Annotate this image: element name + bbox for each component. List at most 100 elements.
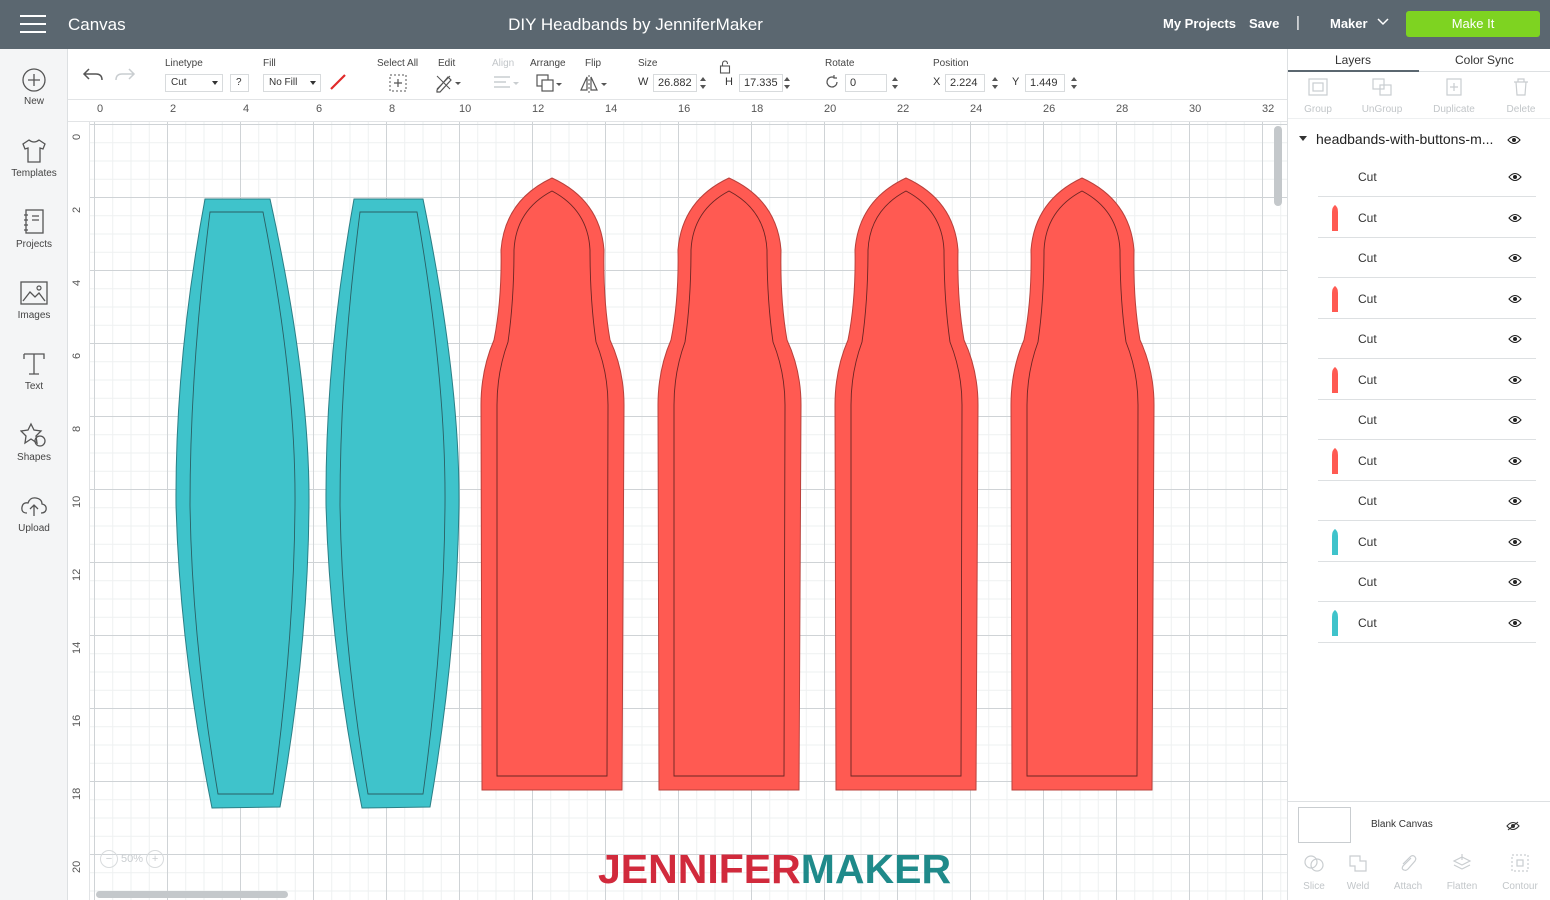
layer-name: Cut (1358, 210, 1377, 225)
flip-icon[interactable] (579, 73, 609, 95)
eye-icon[interactable] (1508, 496, 1522, 506)
layer-row[interactable]: Cut (1318, 238, 1536, 278)
layer-name: Cut (1358, 575, 1377, 589)
layer-row[interactable]: Cut (1318, 562, 1536, 602)
eye-icon[interactable] (1508, 618, 1522, 628)
x-stepper-icon[interactable] (992, 76, 998, 90)
design-canvas[interactable] (90, 122, 1287, 900)
height-input[interactable]: 17.335 (739, 74, 783, 92)
contour-button[interactable]: Contour (1494, 853, 1546, 892)
layer-name: Cut (1358, 494, 1377, 508)
layer-row[interactable]: Cut (1318, 481, 1536, 521)
eye-icon[interactable] (1508, 456, 1522, 466)
ruler-tick-label: 4 (71, 279, 83, 286)
teal-band-2[interactable] (325, 198, 460, 809)
projects-tool[interactable]: Projects (0, 208, 68, 250)
zoom-in-button[interactable]: + (146, 850, 165, 868)
fill-color-swatch[interactable] (329, 73, 347, 91)
rotate-stepper-icon[interactable] (892, 76, 898, 90)
upload-tool[interactable]: Upload (0, 492, 68, 534)
duplicate-button[interactable]: Duplicate (1424, 77, 1484, 115)
vertical-scrollbar[interactable] (1274, 126, 1282, 206)
eye-icon[interactable] (1508, 415, 1522, 425)
eye-icon[interactable] (1508, 537, 1522, 547)
x-position-input[interactable]: 2.224 (945, 74, 985, 92)
layer-row[interactable]: Cut (1318, 441, 1536, 481)
templates-tool[interactable]: Templates (0, 137, 68, 179)
height-stepper-icon[interactable] (784, 76, 790, 90)
undo-icon[interactable] (82, 67, 104, 83)
arrange-icon[interactable] (535, 73, 563, 95)
tool-label: Images (17, 310, 51, 321)
machine-selector[interactable]: Maker (1330, 16, 1368, 31)
layer-group-name: headbands-with-buttons-m... (1316, 131, 1494, 147)
coral-band-2[interactable] (657, 177, 802, 791)
tab-layers[interactable]: Layers (1335, 53, 1371, 67)
edit-icon[interactable] (434, 73, 462, 93)
eye-icon[interactable] (1508, 577, 1522, 587)
layer-row[interactable]: Cut (1318, 360, 1536, 400)
horizontal-scrollbar[interactable] (96, 891, 288, 898)
teal-band-1[interactable] (175, 198, 310, 809)
ruler-tick-label: 10 (71, 495, 83, 508)
linetype-select[interactable]: Cut (165, 74, 223, 92)
fill-select[interactable]: No Fill (263, 74, 321, 92)
layer-row[interactable]: Cut (1318, 279, 1536, 319)
redo-icon[interactable] (114, 67, 136, 83)
lock-icon[interactable] (719, 60, 731, 74)
weld-button[interactable]: Weld (1332, 853, 1384, 892)
eye-icon[interactable] (1508, 375, 1522, 385)
layer-row[interactable]: Cut (1318, 319, 1536, 359)
blank-canvas-swatch[interactable] (1298, 807, 1351, 843)
layer-row[interactable]: Cut (1318, 157, 1536, 197)
coral-band-1[interactable] (480, 177, 625, 791)
eye-icon[interactable] (1508, 172, 1522, 182)
eye-icon[interactable] (1508, 213, 1522, 223)
layer-name: Cut (1358, 413, 1377, 427)
eye-hidden-icon[interactable] (1506, 821, 1520, 831)
delete-button[interactable]: Delete (1491, 77, 1550, 115)
make-it-button[interactable]: Make It (1406, 11, 1540, 37)
blank-canvas-row[interactable]: Blank Canvas (1288, 801, 1550, 847)
coral-band-4[interactable] (1010, 177, 1155, 791)
images-tool[interactable]: Images (0, 279, 68, 321)
eye-icon[interactable] (1508, 294, 1522, 304)
save-button[interactable]: Save (1249, 16, 1279, 31)
text-tool[interactable]: Text (0, 350, 68, 392)
width-input[interactable]: 26.882 (653, 74, 697, 92)
rotate-input[interactable]: 0 (845, 74, 887, 92)
layer-row[interactable]: Cut (1318, 603, 1536, 643)
ungroup-button[interactable]: UnGroup (1352, 77, 1412, 115)
layer-row[interactable]: Cut (1318, 400, 1536, 440)
chevron-down-icon[interactable] (1376, 15, 1390, 29)
shapes-tool[interactable]: Shapes (0, 421, 68, 463)
my-projects-link[interactable]: My Projects (1163, 16, 1236, 31)
linetype-label: Linetype (165, 58, 203, 69)
zoom-out-button[interactable]: − (100, 850, 118, 868)
header-separator: | (1296, 14, 1300, 31)
layer-row[interactable]: Cut (1318, 198, 1536, 238)
align-icon (494, 76, 519, 88)
y-stepper-icon[interactable] (1071, 76, 1077, 90)
eye-icon[interactable] (1508, 334, 1522, 344)
size-label: Size (638, 58, 658, 69)
new-tool[interactable]: New (0, 67, 68, 107)
group-label: Group (1304, 104, 1332, 115)
tab-color-sync[interactable]: Color Sync (1455, 53, 1514, 67)
select-all-icon[interactable] (388, 73, 408, 93)
ruler-tick-label: 14 (71, 641, 83, 654)
flatten-button[interactable]: Flatten (1436, 853, 1488, 892)
layer-row[interactable]: Cut (1318, 522, 1536, 562)
eye-icon[interactable] (1507, 135, 1521, 145)
coral-band-3[interactable] (834, 177, 979, 791)
width-stepper-icon[interactable] (700, 76, 706, 90)
layer-group-row[interactable]: headbands-with-buttons-m... (1288, 129, 1550, 151)
expand-triangle-icon[interactable] (1299, 136, 1307, 141)
group-button[interactable]: Group (1288, 77, 1348, 115)
linetype-help-button[interactable]: ? (230, 74, 249, 92)
y-position-input[interactable]: 1.449 (1025, 74, 1065, 92)
attach-button[interactable]: Attach (1382, 853, 1434, 892)
flatten-icon (1452, 854, 1472, 870)
ruler-tick-label: 16 (678, 103, 691, 115)
eye-icon[interactable] (1508, 253, 1522, 263)
